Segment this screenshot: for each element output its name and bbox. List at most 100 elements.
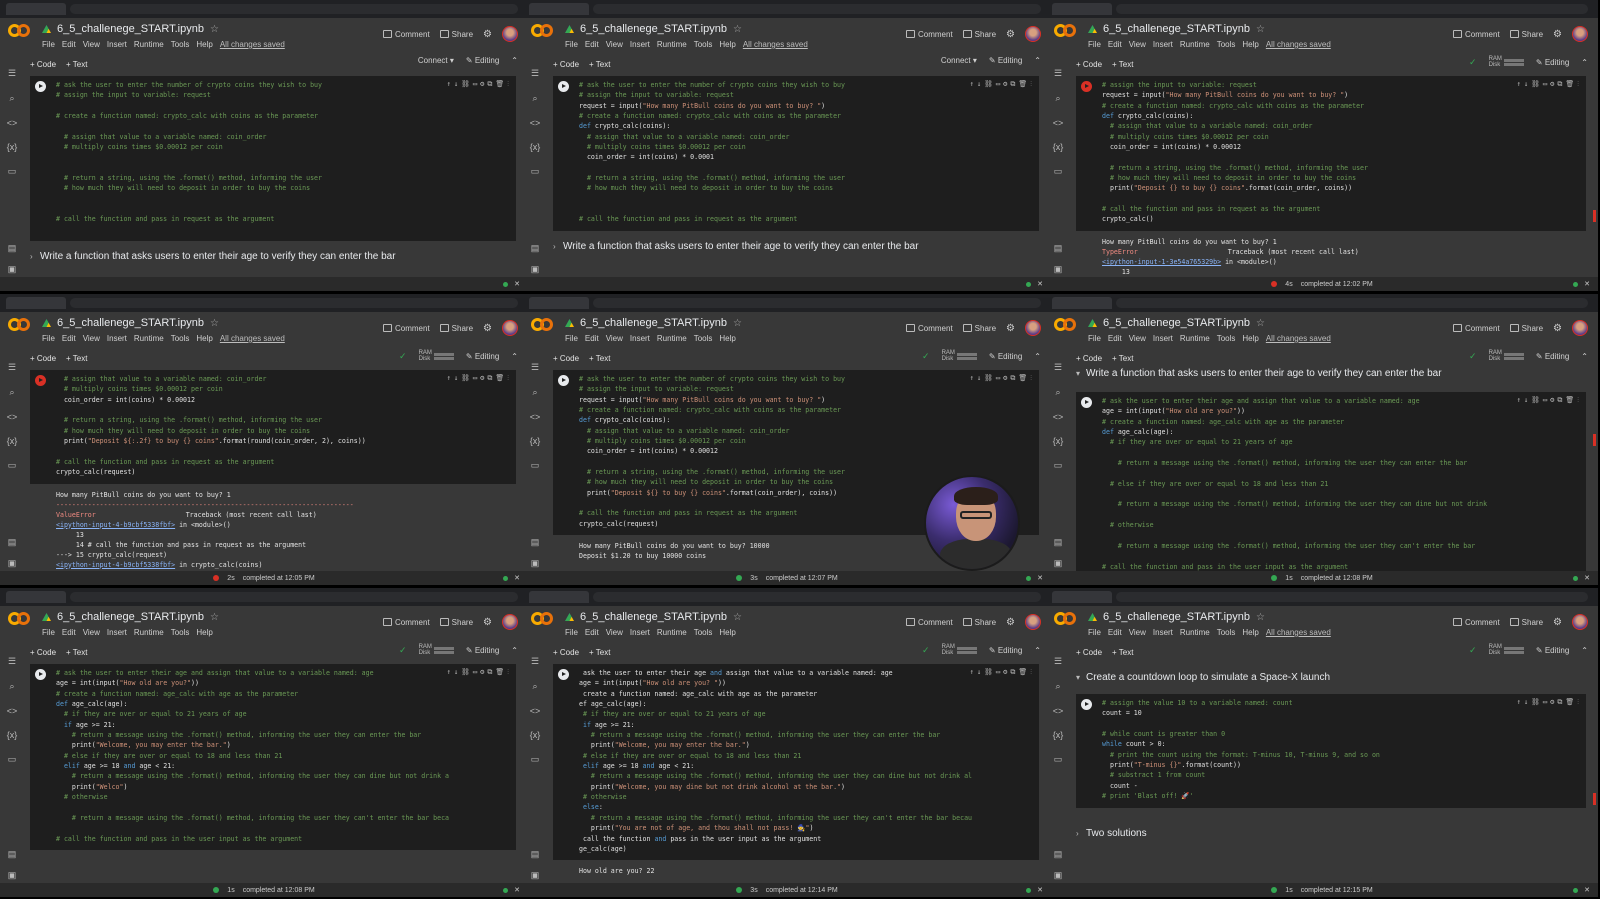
comment-button[interactable]: Comment <box>382 324 430 333</box>
cell-toolbar-icons[interactable]: ↑↓⛓▭⚙⧉🗑⋮ <box>1517 79 1582 89</box>
folder-icon[interactable]: ▭ <box>8 460 17 471</box>
folder-icon[interactable]: ▭ <box>8 166 17 177</box>
code-editor[interactable]: # assign the value 10 to a variable name… <box>1076 694 1586 808</box>
code-editor[interactable]: # ask the user to enter the number of cr… <box>30 76 516 242</box>
search-icon[interactable]: ⌕ <box>9 93 14 104</box>
star-icon[interactable]: ☆ <box>210 612 219 623</box>
terminal-icon[interactable]: ▣ <box>8 558 17 569</box>
code-icon[interactable]: <> <box>1053 412 1064 422</box>
menu-item-runtime[interactable]: Runtime <box>134 628 164 637</box>
toc-icon[interactable]: ☰ <box>1054 656 1062 667</box>
editing-mode-button[interactable]: ✎ Editing <box>989 56 1022 65</box>
search-icon[interactable]: ⌕ <box>9 387 14 398</box>
editing-mode-button[interactable]: ✎ Editing <box>989 352 1022 361</box>
browser-tab[interactable] <box>1052 297 1112 309</box>
run-cell-button[interactable] <box>1081 397 1092 408</box>
toc-icon[interactable]: ☰ <box>1054 68 1062 79</box>
menu-item-insert[interactable]: Insert <box>107 334 127 343</box>
browser-tab[interactable] <box>1052 3 1112 15</box>
add-text-button[interactable]: + Text <box>66 354 87 363</box>
browser-tab[interactable] <box>1052 591 1112 603</box>
add-code-button[interactable]: + Code <box>1076 354 1102 363</box>
menu-item-view[interactable]: View <box>83 334 100 343</box>
save-status-link[interactable]: All changes saved <box>743 40 808 49</box>
traceback-link[interactable]: <ipython-input-4-b9cbf5338fbf> <box>56 521 175 529</box>
ram-disk-indicator[interactable]: RAM Disk <box>942 350 977 362</box>
terminal-icon[interactable]: ▣ <box>531 264 540 275</box>
run-cell-button[interactable] <box>558 669 569 680</box>
add-code-button[interactable]: + Code <box>30 354 56 363</box>
close-icon[interactable]: ✕ <box>514 280 520 288</box>
folder-icon[interactable]: ▭ <box>1054 754 1063 765</box>
cell-toolbar-icons[interactable]: ↑↓⛓▭⚙⧉🗑⋮ <box>1517 395 1582 405</box>
editing-mode-button[interactable]: ✎ Editing <box>1536 646 1569 655</box>
notebook-title[interactable]: 6_5_challenege_START.ipynb ☆ <box>42 611 219 623</box>
menu-item-file[interactable]: File <box>565 40 578 49</box>
avatar[interactable] <box>1025 614 1041 630</box>
menu-item-help[interactable]: Help <box>719 40 735 49</box>
code-icon[interactable]: <> <box>7 706 18 716</box>
notebook-name[interactable]: 6_5_challenege_START.ipynb <box>580 611 727 623</box>
chevron-right-icon[interactable]: › <box>553 242 563 251</box>
cell-toolbar-icons[interactable]: ↑↓⛓▭⚙⧉🗑⋮ <box>447 667 512 677</box>
collapse-icon[interactable]: ⌃ <box>511 646 518 655</box>
avatar[interactable] <box>1572 26 1588 42</box>
close-icon[interactable]: ✕ <box>514 886 520 894</box>
notebook-title[interactable]: 6_5_challenege_START.ipynb ☆ <box>565 611 742 623</box>
variables-icon[interactable]: {x} <box>530 730 541 740</box>
add-text-button[interactable]: + Text <box>589 60 610 69</box>
toc-icon[interactable]: ☰ <box>531 362 539 373</box>
star-icon[interactable]: ☆ <box>733 318 742 329</box>
add-code-button[interactable]: + Code <box>30 60 56 69</box>
close-icon[interactable]: ✕ <box>1037 280 1043 288</box>
add-code-button[interactable]: + Code <box>553 60 579 69</box>
folder-icon[interactable]: ▭ <box>531 754 540 765</box>
code-editor[interactable]: ask the user to enter their age and assi… <box>553 664 1039 861</box>
save-status-link[interactable]: All changes saved <box>1266 334 1331 343</box>
collapse-icon[interactable]: ⌃ <box>1581 646 1588 655</box>
variables-icon[interactable]: {x} <box>1053 142 1064 152</box>
star-icon[interactable]: ☆ <box>210 318 219 329</box>
toc-icon[interactable]: ☰ <box>1054 362 1062 373</box>
notebook-title[interactable]: 6_5_challenege_START.ipynb ☆ <box>565 317 742 329</box>
editing-mode-button[interactable]: ✎ Editing <box>466 646 499 655</box>
command-palette-icon[interactable]: ▤ <box>8 243 17 254</box>
code-icon[interactable]: <> <box>530 118 541 128</box>
menu-item-edit[interactable]: Edit <box>1108 40 1122 49</box>
avatar[interactable] <box>1572 614 1588 630</box>
toc-icon[interactable]: ☰ <box>8 68 16 79</box>
menu-item-file[interactable]: File <box>1088 40 1101 49</box>
gear-icon[interactable]: ⚙ <box>483 29 492 40</box>
chevron-right-icon[interactable]: › <box>30 252 40 261</box>
search-icon[interactable]: ⌕ <box>1055 681 1060 692</box>
collapse-icon[interactable]: ⌃ <box>1034 352 1041 361</box>
menu-item-file[interactable]: File <box>42 40 55 49</box>
menu-item-edit[interactable]: Edit <box>1108 628 1122 637</box>
menu-item-view[interactable]: View <box>1129 334 1146 343</box>
chevron-down-icon[interactable]: ▾ <box>1076 369 1086 378</box>
menu-item-edit[interactable]: Edit <box>585 628 599 637</box>
command-palette-icon[interactable]: ▤ <box>1054 537 1063 548</box>
terminal-icon[interactable]: ▣ <box>1054 264 1063 275</box>
star-icon[interactable]: ☆ <box>1256 612 1265 623</box>
ram-disk-indicator[interactable]: RAM Disk <box>942 644 977 656</box>
command-palette-icon[interactable]: ▤ <box>1054 849 1063 860</box>
cell-toolbar-icons[interactable]: ↑↓⛓▭⚙⧉🗑⋮ <box>447 373 512 383</box>
chevron-down-icon[interactable]: ▾ <box>1076 673 1086 682</box>
search-icon[interactable]: ⌕ <box>532 681 537 692</box>
ram-disk-indicator[interactable]: RAM Disk <box>1489 644 1524 656</box>
address-bar[interactable] <box>1116 298 1588 308</box>
share-button[interactable]: Share <box>439 324 473 333</box>
command-palette-icon[interactable]: ▤ <box>8 537 17 548</box>
add-code-button[interactable]: + Code <box>1076 648 1102 657</box>
toc-icon[interactable]: ☰ <box>531 68 539 79</box>
share-button[interactable]: Share <box>1509 30 1543 39</box>
menu-item-view[interactable]: View <box>606 334 623 343</box>
gear-icon[interactable]: ⚙ <box>1006 29 1015 40</box>
variables-icon[interactable]: {x} <box>1053 730 1064 740</box>
add-text-button[interactable]: + Text <box>589 354 610 363</box>
add-code-button[interactable]: + Code <box>1076 60 1102 69</box>
star-icon[interactable]: ☆ <box>733 612 742 623</box>
comment-button[interactable]: Comment <box>1452 30 1500 39</box>
gear-icon[interactable]: ⚙ <box>1006 323 1015 334</box>
